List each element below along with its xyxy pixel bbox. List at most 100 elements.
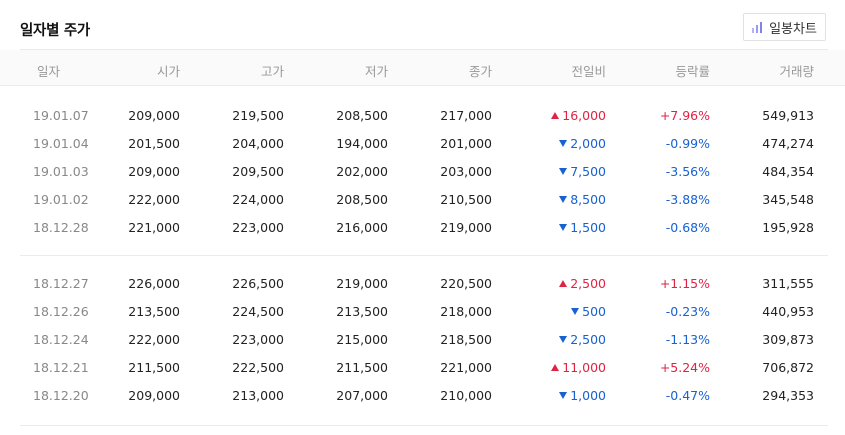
close-cell: 217,000 [440,108,492,123]
open-cell: 211,500 [128,360,180,375]
triangle-down-icon [559,196,568,203]
open-cell: 209,000 [128,108,180,123]
high-cell: 226,500 [232,276,284,291]
high-cell: 222,500 [232,360,284,375]
high-cell: 224,500 [232,304,284,319]
change-cell: 1,500 [516,220,606,235]
table-row: 18.12.20 209,000 213,000 207,000 210,000 1,00… [0,381,845,409]
rate-cell: +1.15% [659,276,710,291]
volume-cell: 195,928 [762,220,814,235]
change-value: 11,000 [562,360,606,375]
change-value: 2,500 [570,332,606,347]
change-cell: 1,000 [516,388,606,403]
open-cell: 209,000 [128,164,180,179]
table-row: 18.12.24 222,000 223,000 215,000 218,500 2,50… [0,325,845,353]
change-cell: 2,500 [516,276,606,291]
low-cell: 208,500 [336,108,388,123]
low-cell: 219,000 [336,276,388,291]
close-cell: 201,000 [440,136,492,151]
high-cell: 213,000 [232,388,284,403]
table-header: 일자 시가 고가 저가 종가 전일비 등락률 거래량 [0,50,845,86]
open-cell: 221,000 [128,220,180,235]
group-divider [20,255,828,256]
change-value: 7,500 [570,164,606,179]
close-cell: 218,000 [440,304,492,319]
change-cell: 7,500 [516,164,606,179]
volume-cell: 311,555 [762,276,814,291]
open-cell: 213,500 [128,304,180,319]
volume-cell: 294,353 [762,388,814,403]
triangle-down-icon [559,168,568,175]
change-cell: 8,500 [516,192,606,207]
open-cell: 209,000 [128,388,180,403]
change-cell: 2,500 [516,332,606,347]
volume-cell: 345,548 [762,192,814,207]
change-value: 2,500 [570,276,606,291]
rate-cell: -0.23% [665,304,710,319]
low-cell: 216,000 [336,220,388,235]
triangle-down-icon [559,392,568,399]
column-header-low: 저가 [364,64,388,79]
change-cell: 16,000 [516,108,606,123]
change-cell: 2,000 [516,136,606,151]
volume-cell: 309,873 [762,332,814,347]
volume-cell: 440,953 [762,304,814,319]
triangle-down-icon [571,308,580,315]
high-cell: 209,500 [232,164,284,179]
low-cell: 194,000 [336,136,388,151]
change-value: 1,500 [570,220,606,235]
close-cell: 220,500 [440,276,492,291]
column-header-close: 종가 [468,64,492,79]
close-cell: 219,000 [440,220,492,235]
change-value: 2,000 [570,136,606,151]
column-header-rate: 등락률 [675,64,710,79]
triangle-up-icon [551,364,560,371]
table-row: 18.12.21 211,500 222,500 211,500 221,000 11,0… [0,353,845,381]
low-cell: 207,000 [336,388,388,403]
change-value: 500 [582,304,606,319]
open-cell: 201,500 [128,136,180,151]
change-value: 16,000 [562,108,606,123]
rate-cell: -0.68% [665,220,710,235]
group-divider [20,425,828,426]
open-cell: 226,000 [128,276,180,291]
table-row: 18.12.26 213,500 224,500 213,500 218,000 500-… [0,297,845,325]
close-cell: 210,500 [440,192,492,207]
high-cell: 204,000 [232,136,284,151]
open-cell: 222,000 [128,332,180,347]
daily-chart-button-label: 일봉차트 [769,21,817,37]
change-cell: 500 [516,304,606,319]
table-row: 19.01.03 209,000 209,500 202,000 203,000 7,50… [0,157,845,185]
triangle-up-icon [551,112,560,119]
volume-cell: 474,274 [762,136,814,151]
triangle-down-icon [559,224,568,231]
triangle-down-icon [559,336,568,343]
table-row: 18.12.28 221,000 223,000 216,000 219,000 1,50… [0,213,845,241]
high-cell: 224,000 [232,192,284,207]
rate-cell: -3.56% [665,164,710,179]
low-cell: 208,500 [336,192,388,207]
change-cell: 11,000 [516,360,606,375]
rate-cell: -3.88% [665,192,710,207]
close-cell: 203,000 [440,164,492,179]
rate-cell: +5.24% [659,360,710,375]
daily-chart-button[interactable]: 일봉차트 [743,13,826,41]
column-header-high: 고가 [260,64,284,79]
low-cell: 202,000 [336,164,388,179]
rate-cell: -1.13% [665,332,710,347]
low-cell: 213,500 [336,304,388,319]
column-header-volume: 거래량 [779,64,814,79]
rate-cell: +7.96% [659,108,710,123]
column-header-date: 일자 [37,64,61,79]
column-header-open: 시가 [156,64,180,79]
close-cell: 210,000 [440,388,492,403]
bar-chart-icon [752,21,763,33]
high-cell: 223,000 [232,332,284,347]
volume-cell: 706,872 [762,360,814,375]
low-cell: 211,500 [336,360,388,375]
high-cell: 219,500 [232,108,284,123]
volume-cell: 549,913 [762,108,814,123]
daily-stock-price-panel: 일자별 주가 일봉차트 일자 시가 고가 저가 종가 전일비 등락률 거래량 19.01.07… [0,0,845,435]
table-row: 19.01.02 222,000 224,000 208,500 210,500 8,50… [0,185,845,213]
high-cell: 223,000 [232,220,284,235]
